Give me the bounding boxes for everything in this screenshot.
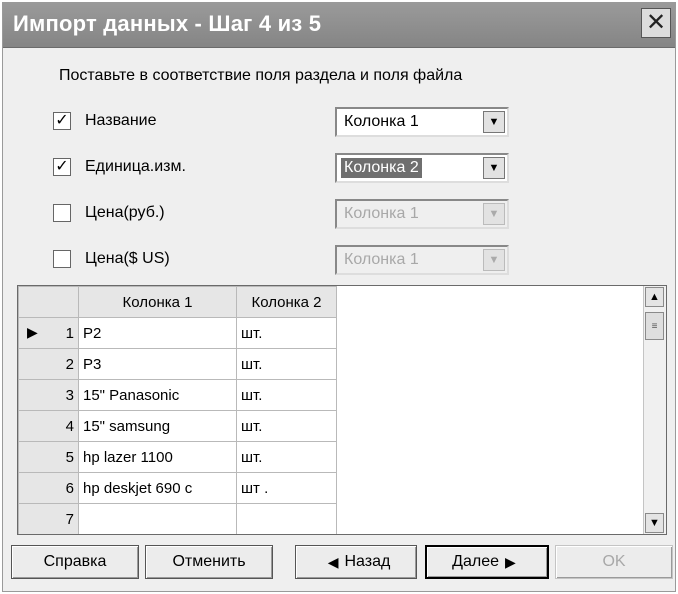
row-number[interactable]: ▶ 1 <box>18 317 79 349</box>
close-button[interactable]: ✕ <box>641 8 671 38</box>
checkbox-price-usd[interactable] <box>53 250 71 268</box>
field-label-price-rub: Цена(руб.) <box>85 204 165 221</box>
cell-column-2[interactable] <box>236 503 337 534</box>
select-value: Колонка 1 <box>344 113 419 130</box>
title-bar[interactable]: Импорт данных - Шаг 4 из 5 ✕ <box>3 3 675 48</box>
close-icon: ✕ <box>645 9 667 36</box>
grid-table: Колонка 1 Колонка 2 ▶ 1 P2 шт. 2 P3 шт. <box>18 286 337 534</box>
checkbox-name[interactable]: ✓ <box>53 112 71 130</box>
checkbox-price-rub[interactable] <box>53 204 71 222</box>
ok-button-label: OK <box>602 553 626 570</box>
column-select-name[interactable]: Колонка 1 ▼ <box>335 107 509 137</box>
column-header[interactable]: Колонка 2 <box>236 286 337 318</box>
cell-column-2[interactable]: шт. <box>236 410 337 442</box>
row-header-corner <box>18 286 79 318</box>
field-row-price-usd: Цена($ US) Колонка 1 ▼ <box>53 245 533 275</box>
row-number[interactable]: 3 <box>18 379 79 411</box>
row-number[interactable]: 4 <box>18 410 79 442</box>
chevron-down-icon: ▼ <box>483 203 505 225</box>
chevron-down-icon: ▼ <box>483 249 505 271</box>
field-label-name: Название <box>85 112 157 129</box>
table-row[interactable]: ▶ 1 P2 шт. <box>18 317 337 349</box>
scroll-thumb[interactable]: ≡ <box>645 312 664 340</box>
column-header[interactable]: Колонка 1 <box>78 286 237 318</box>
import-dialog: Импорт данных - Шаг 4 из 5 ✕ Поставьте в… <box>2 2 676 592</box>
field-label-unit: Единица.изм. <box>85 158 186 175</box>
help-button[interactable]: Справка <box>11 545 139 579</box>
chevron-down-icon[interactable]: ▼ <box>483 157 505 179</box>
next-button-label: Далее <box>452 553 500 570</box>
cell-column-1[interactable]: P3 <box>78 348 237 380</box>
column-select-price-usd: Колонка 1 ▼ <box>335 245 509 275</box>
select-value: Колонка 1 <box>344 251 419 268</box>
field-row-name: ✓ Название Колонка 1 ▼ <box>53 107 533 137</box>
chevron-down-icon[interactable]: ▼ <box>483 111 505 133</box>
cell-column-2[interactable]: шт . <box>236 472 337 504</box>
cell-column-1[interactable]: hp deskjet 690 c <box>78 472 237 504</box>
cell-column-2[interactable]: шт. <box>236 441 337 473</box>
select-value: Колонка 1 <box>344 205 419 222</box>
table-row[interactable]: 2 P3 шт. <box>18 348 337 380</box>
back-button[interactable]: ◀ Назад <box>295 545 417 579</box>
table-row[interactable]: 3 15" Panasonic шт. <box>18 379 337 411</box>
cell-column-1[interactable]: P2 <box>78 317 237 349</box>
field-row-price-rub: Цена(руб.) Колонка 1 ▼ <box>53 199 533 229</box>
data-grid[interactable]: Колонка 1 Колонка 2 ▶ 1 P2 шт. 2 P3 шт. <box>17 285 667 535</box>
cell-column-1[interactable]: hp lazer 1100 <box>78 441 237 473</box>
instruction-text: Поставьте в соответствие поля раздела и … <box>59 67 463 84</box>
help-button-label: Справка <box>43 553 107 570</box>
grid-header-row: Колонка 1 Колонка 2 <box>18 286 337 318</box>
table-row[interactable]: 5 hp lazer 1100 шт. <box>18 441 337 473</box>
cell-column-1[interactable] <box>78 503 237 534</box>
column-select-price-rub: Колонка 1 ▼ <box>335 199 509 229</box>
window-title: Импорт данных - Шаг 4 из 5 <box>13 11 322 36</box>
scroll-down-icon[interactable]: ▼ <box>645 513 664 533</box>
cell-column-1[interactable]: 15" samsung <box>78 410 237 442</box>
cell-column-2[interactable]: шт. <box>236 379 337 411</box>
cancel-button[interactable]: Отменить <box>145 545 273 579</box>
column-select-unit[interactable]: Колонка 2 ▼ <box>335 153 509 183</box>
row-number-label: 1 <box>65 324 74 342</box>
row-number[interactable]: 2 <box>18 348 79 380</box>
table-row[interactable]: 4 15" samsung шт. <box>18 410 337 442</box>
select-value: Колонка 2 <box>341 158 422 178</box>
current-row-icon: ▶ <box>27 324 38 340</box>
cell-column-2[interactable]: шт. <box>236 348 337 380</box>
next-button[interactable]: Далее ▶ <box>425 545 549 579</box>
row-number[interactable]: 5 <box>18 441 79 473</box>
table-row[interactable]: 7 <box>18 503 337 534</box>
vertical-scrollbar[interactable]: ▲ ≡ ▼ <box>643 286 666 534</box>
arrow-right-icon: ▶ <box>505 553 516 570</box>
ok-button: OK <box>555 545 673 579</box>
row-number[interactable]: 6 <box>18 472 79 504</box>
checkbox-unit[interactable]: ✓ <box>53 158 71 176</box>
field-label-price-usd: Цена($ US) <box>85 250 170 267</box>
cell-column-2[interactable]: шт. <box>236 317 337 349</box>
field-row-unit: ✓ Единица.изм. Колонка 2 ▼ <box>53 153 533 183</box>
back-button-label: Назад <box>344 553 391 570</box>
cancel-button-label: Отменить <box>172 553 246 570</box>
row-number[interactable]: 7 <box>18 503 79 534</box>
cell-column-1[interactable]: 15" Panasonic <box>78 379 237 411</box>
scroll-up-icon[interactable]: ▲ <box>645 287 664 307</box>
table-row[interactable]: 6 hp deskjet 690 c шт . <box>18 472 337 504</box>
arrow-left-icon: ◀ <box>327 553 339 570</box>
